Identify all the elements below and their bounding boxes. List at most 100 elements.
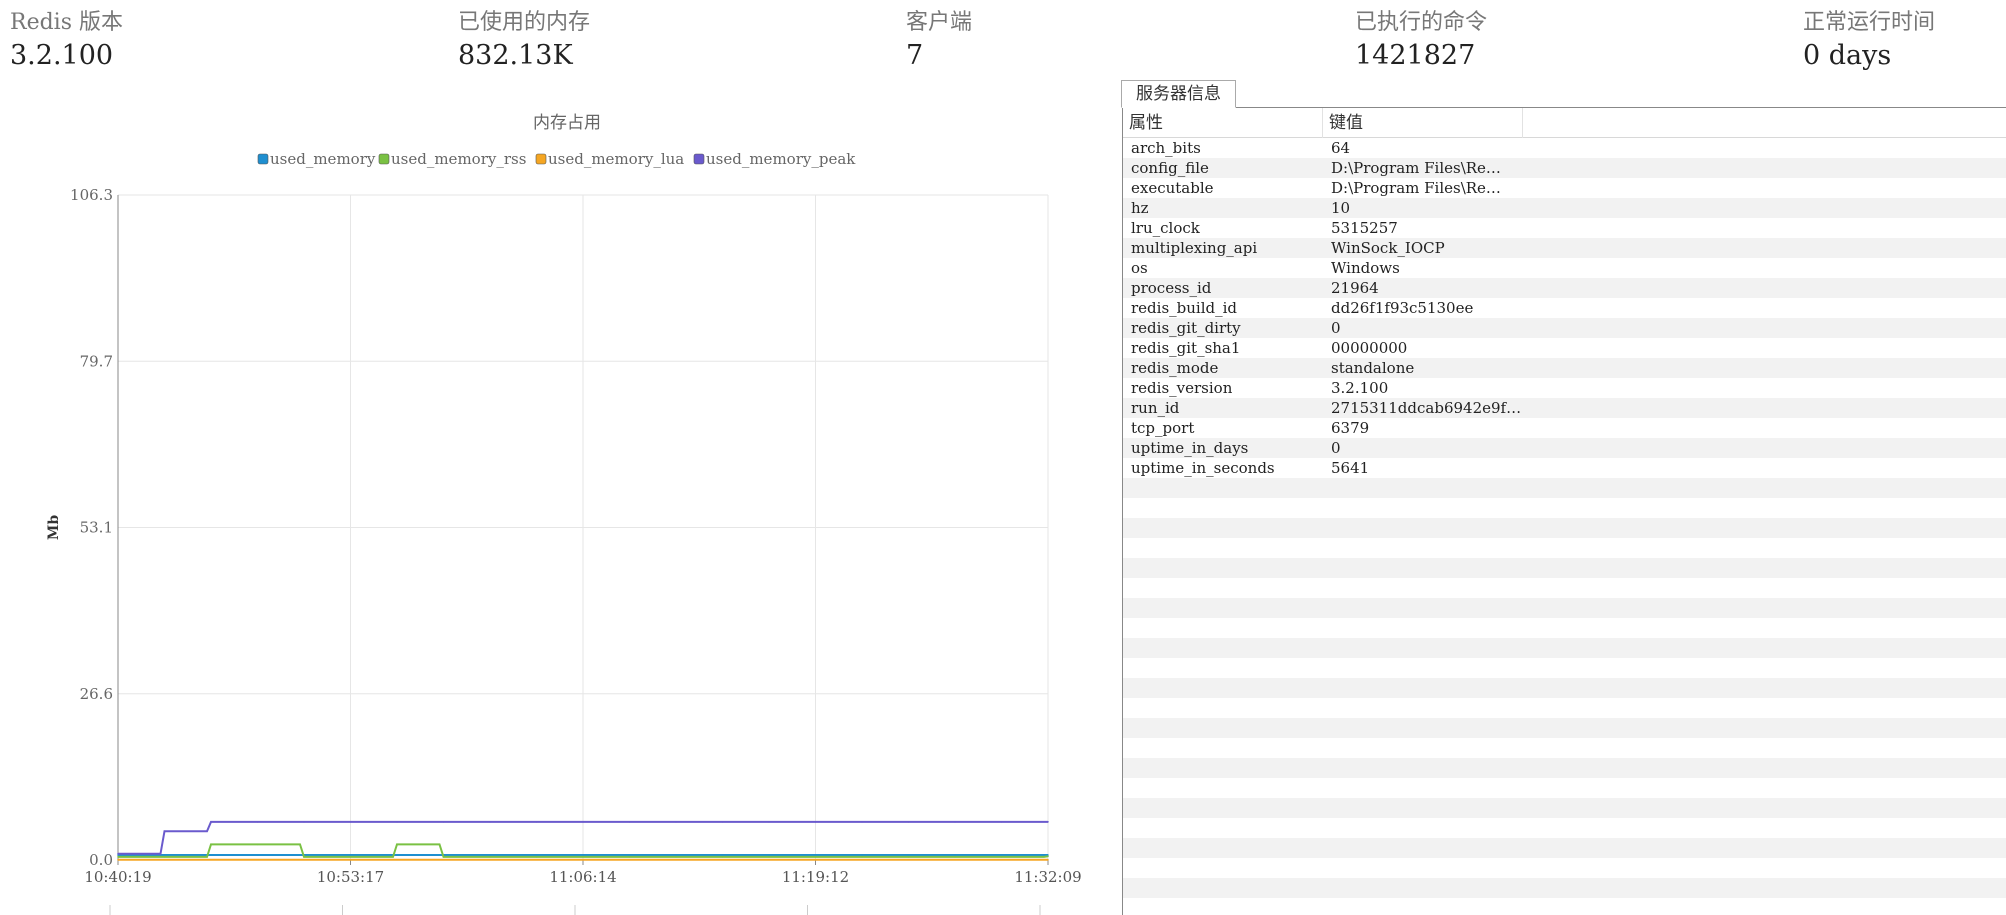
data-point-used_memory_lua [582,858,584,861]
empty-row [1123,678,2006,698]
column-header-property[interactable]: 属性 [1123,108,1323,138]
legend-swatch[interactable] [257,153,269,165]
empty-row [1123,898,2006,915]
data-point-used_memory_rss [1047,855,1049,858]
table-row[interactable]: tcp_port 6379 [1123,418,2006,438]
y-tick-label: 0.0 [89,851,113,869]
data-point-used_memory_lua [396,858,398,861]
table-row[interactable]: redis_git_dirty 0 [1123,318,2006,338]
table-row[interactable]: uptime_in_seconds 5641 [1123,458,2006,478]
data-point-used_memory [163,854,166,856]
grid-rows: arch_bits 64 config_file D:\Program Files\R… [1123,138,2006,898]
stat-label: 正常运行时间 [1803,10,1936,35]
data-point-used_memory_lua [1047,858,1049,861]
data-point-used_memory_lua [535,858,538,861]
data-point-used_memory [489,854,491,856]
empty-row [1123,498,2006,518]
row-key: multiplexing_api [1131,239,1258,257]
data-point-used_memory_rss [1000,856,1003,858]
empty-row [1123,818,2006,838]
data-point-used_memory_rss [628,856,631,858]
data-point-used_memory_rss [535,856,538,858]
data-point-used_memory_lua [861,858,863,861]
data-point-used_memory_rss [768,856,770,858]
table-row[interactable]: redis_version 3.2.100 [1123,378,2006,398]
empty-row [1123,598,2006,618]
data-point-used_memory_lua [489,858,491,861]
row-key: redis_git_sha1 [1131,339,1241,357]
data-point-used_memory_lua [303,858,305,861]
y-axis-label: Mb [46,515,62,540]
table-row[interactable]: uptime_in_days 0 [1123,438,2006,458]
row-value: 64 [1331,139,1351,157]
table-row[interactable]: executable D:\Program Files\Re… [1123,178,2006,198]
data-point-used_memory_rss [442,856,445,858]
table-row[interactable]: multiplexing_api WinSock_IOCP [1123,238,2006,258]
memory-chart-panel: 内存占用 used_memory used_memory_rss used_memor… [0,100,1110,915]
data-point-used_memory_peak [1047,821,1049,823]
row-key: os [1131,259,1148,277]
empty-row [1123,558,2006,578]
row-value: 00000000 [1331,339,1408,357]
table-row[interactable]: redis_mode standalone [1123,358,2006,378]
data-point-used_memory_rss [861,856,863,858]
data-point-used_memory [814,854,817,856]
row-key: uptime_in_seconds [1131,459,1275,477]
row-key: tcp_port [1131,419,1195,437]
row-value: 6379 [1331,419,1370,437]
memory-line-chart[interactable]: 内存占用 used_memory used_memory_rss used_memor… [0,100,1110,915]
stat-redis-version: Redis 版本 3.2.100 [10,8,123,74]
data-point-used_memory_lua [768,858,770,861]
row-key: redis_mode [1131,359,1219,377]
data-point-used_memory [256,854,259,856]
row-value: 0 [1331,319,1341,337]
data-point-used_memory_lua [163,858,166,861]
empty-row [1123,698,2006,718]
data-point-used_memory [675,854,677,856]
row-value: D:\Program Files\Re… [1331,179,1501,197]
table-row[interactable]: arch_bits 64 [1123,138,2006,158]
data-point-used_memory_lua [628,858,631,861]
data-point-used_memory_rss [117,856,119,858]
table-row[interactable]: config_file D:\Program Files\Re… [1123,158,2006,178]
data-point-used_memory [628,854,631,856]
stat-label: 已执行的命令 [1355,10,1488,35]
data-point-used_memory [396,854,398,856]
row-value: D:\Program Files\Re… [1331,159,1501,177]
data-point-used_memory_rss [210,843,212,846]
empty-row [1123,838,2006,858]
table-row[interactable]: process_id 21964 [1123,278,2006,298]
empty-row [1123,858,2006,878]
stat-value: 3.2.100 [10,40,114,71]
stat-value: 0 days [1803,40,1892,71]
stat-commands-executed: 已执行的命令 1421827 [1355,8,1487,74]
column-header-value[interactable]: 键值 [1323,108,1523,138]
empty-row [1123,878,2006,898]
data-point-used_memory_rss [814,856,817,858]
table-row[interactable]: redis_build_id dd26f1f93c5130ee [1123,298,2006,318]
x-tick-label: 11:32:09 [1014,868,1081,886]
data-point-used_memory_lua [954,858,956,861]
stat-value: 1421827 [1355,40,1476,71]
tab-server-info[interactable]: 服务器信息 [1121,80,1236,108]
table-row[interactable]: lru_clock 5315257 [1123,218,2006,238]
data-point-used_memory [535,854,538,856]
data-point-used_memory_peak [396,821,398,823]
stat-label: 客户端 [906,10,973,35]
table-row[interactable]: hz 10 [1123,198,2006,218]
table-row[interactable]: os Windows [1123,258,2006,278]
table-row[interactable]: run_id 2715311ddcab6942e9f… [1123,398,2006,418]
empty-row [1123,778,2006,798]
row-value: 2715311ddcab6942e9f… [1331,399,1521,417]
data-point-used_memory_peak [768,821,770,823]
data-point-used_memory [1000,854,1003,856]
y-tick-label: 53.1 [80,519,113,537]
data-point-used_memory_peak [628,821,631,823]
legend-label: used_memory_peak [706,150,856,168]
table-row[interactable]: redis_git_sha1 00000000 [1123,338,2006,358]
data-point-used_memory_lua [349,858,352,861]
legend-swatch[interactable] [378,153,390,165]
stat-uptime: 正常运行时间 0 days [1803,8,1935,74]
legend-swatch[interactable] [535,153,547,165]
legend-swatch[interactable] [693,153,705,165]
